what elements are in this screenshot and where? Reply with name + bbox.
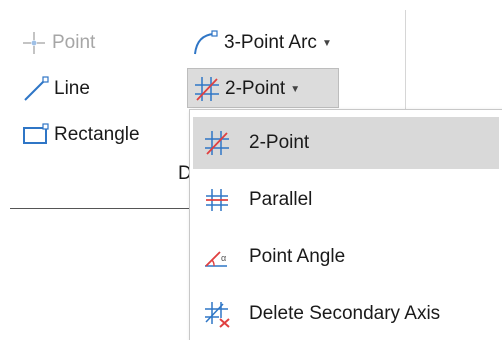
point-label: Point xyxy=(52,32,96,53)
parallel-axis-icon xyxy=(206,189,228,211)
rectangle-button[interactable]: Rectangle xyxy=(22,120,140,150)
three-point-arc-label: 3-Point Arc xyxy=(224,32,317,53)
group-underline xyxy=(10,208,190,209)
three-point-arc-icon xyxy=(194,30,218,55)
menu-item-label: Delete Secondary Axis xyxy=(249,303,441,324)
svg-text:α: α xyxy=(221,253,226,263)
point-angle-icon: α xyxy=(205,251,227,267)
menu-item-label: 2-Point xyxy=(249,132,310,153)
point-button[interactable]: Point xyxy=(20,28,95,58)
point-icon xyxy=(23,32,45,54)
menu-item-delete-secondary-axis[interactable]: Delete Secondary Axis xyxy=(193,288,499,340)
menu-item-two-point[interactable]: 2-Point xyxy=(193,117,499,169)
menu-item-label: Parallel xyxy=(249,189,313,210)
delete-secondary-axis-icon xyxy=(205,302,230,328)
chevron-down-icon[interactable]: ▼ xyxy=(322,38,332,49)
line-button[interactable]: Line xyxy=(22,74,90,104)
two-point-axis-icon xyxy=(195,77,219,101)
menu-item-label: Point Angle xyxy=(249,246,346,267)
rectangle-label: Rectangle xyxy=(54,124,140,145)
menu-item-parallel[interactable]: Parallel xyxy=(193,174,499,226)
line-icon xyxy=(24,76,49,101)
rectangle-icon xyxy=(23,123,49,144)
menu-item-point-angle[interactable]: α Point Angle xyxy=(193,231,499,283)
two-point-axis-icon xyxy=(205,131,229,155)
two-point-axis-label: 2-Point xyxy=(225,78,286,99)
axis-dropdown-menu: 2-Point Parallel α Point Angle Delete Se… xyxy=(189,109,502,340)
chevron-down-icon[interactable]: ▼ xyxy=(290,84,300,95)
line-label: Line xyxy=(54,78,90,99)
three-point-arc-button[interactable]: 3-Point Arc ▼ xyxy=(192,28,332,58)
two-point-axis-button[interactable]: 2-Point ▼ xyxy=(193,74,300,104)
